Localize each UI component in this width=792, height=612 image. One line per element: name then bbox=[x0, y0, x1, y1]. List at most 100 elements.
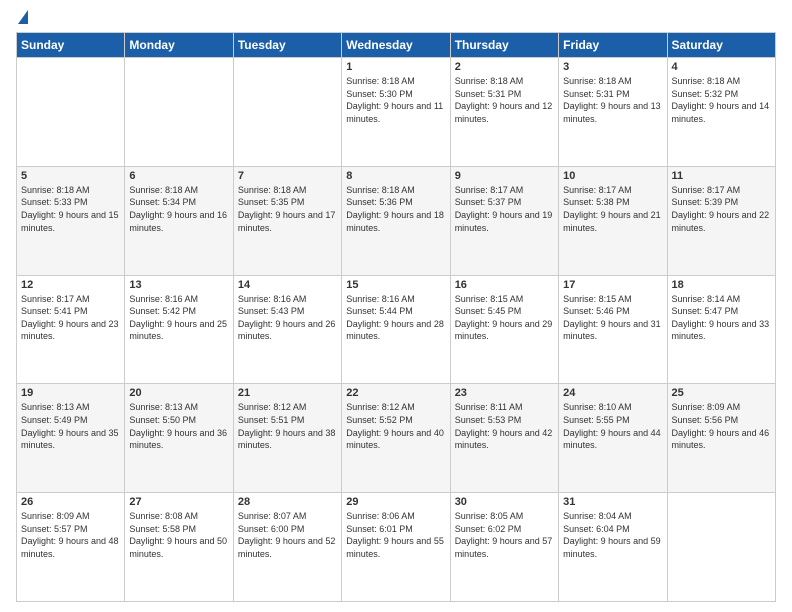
calendar-cell: 22Sunrise: 8:12 AM Sunset: 5:52 PM Dayli… bbox=[342, 384, 450, 493]
day-number: 1 bbox=[346, 61, 445, 73]
calendar-cell: 18 Sunrise: 8:14 AM Sunset: 5:47 PM Dayli… bbox=[667, 275, 775, 384]
day-info: Sunrise: 8:18 AM Sunset: 5:31 PM Dayligh… bbox=[455, 75, 554, 125]
weekday-header-sunday: Sunday bbox=[17, 33, 125, 58]
calendar-cell: 20Sunrise: 8:13 AM Sunset: 5:50 PM Dayli… bbox=[125, 384, 233, 493]
day-number: 15 bbox=[346, 279, 445, 291]
weekday-header-thursday: Thursday bbox=[450, 33, 558, 58]
day-number: 9 bbox=[455, 170, 554, 182]
calendar-cell bbox=[233, 58, 341, 167]
weekday-header-wednesday: Wednesday bbox=[342, 33, 450, 58]
calendar-cell: 28 Sunrise: 8:07 AM Sunset: 6:00 PM Dayli… bbox=[233, 493, 341, 602]
week-row-2: 5 Sunrise: 8:18 AM Sunset: 5:33 PM Daylig… bbox=[17, 166, 776, 275]
calendar-cell: 7Sunrise: 8:18 AM Sunset: 5:35 PM Daylig… bbox=[233, 166, 341, 275]
calendar-cell: 27 Sunrise: 8:08 AM Sunset: 5:58 PM Dayli… bbox=[125, 493, 233, 602]
day-number: 13 bbox=[129, 279, 228, 291]
day-info: Sunrise: 8:17 AM Sunset: 5:39 PM Dayligh… bbox=[672, 184, 771, 234]
day-number: 27 bbox=[129, 496, 228, 508]
day-info: Sunrise: 8:09 AM Sunset: 5:56 PM Dayligh… bbox=[672, 401, 771, 451]
calendar-cell bbox=[667, 493, 775, 602]
day-number: 5 bbox=[21, 170, 120, 182]
day-number: 6 bbox=[129, 170, 228, 182]
day-number: 19 bbox=[21, 387, 120, 399]
day-info: Sunrise: 8:18 AM Sunset: 5:33 PM Dayligh… bbox=[21, 184, 120, 234]
day-number: 28 bbox=[238, 496, 337, 508]
calendar-cell: 11 Sunrise: 8:17 AM Sunset: 5:39 PM Dayli… bbox=[667, 166, 775, 275]
calendar-cell: 2 Sunrise: 8:18 AM Sunset: 5:31 PM Daylig… bbox=[450, 58, 558, 167]
day-number: 31 bbox=[563, 496, 662, 508]
calendar-cell: 1 Sunrise: 8:18 AM Sunset: 5:30 PM Daylig… bbox=[342, 58, 450, 167]
calendar-cell bbox=[17, 58, 125, 167]
day-info: Sunrise: 8:05 AM Sunset: 6:02 PM Dayligh… bbox=[455, 510, 554, 560]
calendar-cell: 19 Sunrise: 8:13 AM Sunset: 5:49 PM Dayli… bbox=[17, 384, 125, 493]
day-number: 4 bbox=[672, 61, 771, 73]
calendar-cell: 21 Sunrise: 8:12 AM Sunset: 5:51 PM Dayli… bbox=[233, 384, 341, 493]
calendar-cell: 13 Sunrise: 8:16 AM Sunset: 5:42 PM Dayli… bbox=[125, 275, 233, 384]
header bbox=[16, 10, 776, 26]
calendar-cell: 24Sunrise: 8:10 AM Sunset: 5:55 PM Dayli… bbox=[559, 384, 667, 493]
calendar-cell bbox=[125, 58, 233, 167]
logo bbox=[16, 10, 28, 26]
calendar-cell: 26Sunrise: 8:09 AM Sunset: 5:57 PM Dayli… bbox=[17, 493, 125, 602]
day-info: Sunrise: 8:07 AM Sunset: 6:00 PM Dayligh… bbox=[238, 510, 337, 560]
week-row-3: 12 Sunrise: 8:17 AM Sunset: 5:41 PM Dayli… bbox=[17, 275, 776, 384]
weekday-header-row: SundayMondayTuesdayWednesdayThursdayFrid… bbox=[17, 33, 776, 58]
day-info: Sunrise: 8:09 AM Sunset: 5:57 PM Dayligh… bbox=[21, 510, 120, 560]
day-number: 8 bbox=[346, 170, 445, 182]
day-info: Sunrise: 8:11 AM Sunset: 5:53 PM Dayligh… bbox=[455, 401, 554, 451]
day-number: 10 bbox=[563, 170, 662, 182]
day-info: Sunrise: 8:13 AM Sunset: 5:49 PM Dayligh… bbox=[21, 401, 120, 451]
day-number: 11 bbox=[672, 170, 771, 182]
weekday-header-tuesday: Tuesday bbox=[233, 33, 341, 58]
day-info: Sunrise: 8:15 AM Sunset: 5:45 PM Dayligh… bbox=[455, 293, 554, 343]
calendar-cell: 4 Sunrise: 8:18 AM Sunset: 5:32 PM Daylig… bbox=[667, 58, 775, 167]
logo-triangle-icon bbox=[18, 10, 28, 24]
week-row-1: 1 Sunrise: 8:18 AM Sunset: 5:30 PM Daylig… bbox=[17, 58, 776, 167]
calendar-cell: 10 Sunrise: 8:17 AM Sunset: 5:38 PM Dayli… bbox=[559, 166, 667, 275]
day-info: Sunrise: 8:17 AM Sunset: 5:41 PM Dayligh… bbox=[21, 293, 120, 343]
day-info: Sunrise: 8:18 AM Sunset: 5:36 PM Dayligh… bbox=[346, 184, 445, 234]
calendar-cell: 12 Sunrise: 8:17 AM Sunset: 5:41 PM Dayli… bbox=[17, 275, 125, 384]
day-info: Sunrise: 8:06 AM Sunset: 6:01 PM Dayligh… bbox=[346, 510, 445, 560]
day-number: 18 bbox=[672, 279, 771, 291]
day-info: Sunrise: 8:14 AM Sunset: 5:47 PM Dayligh… bbox=[672, 293, 771, 343]
calendar-table: SundayMondayTuesdayWednesdayThursdayFrid… bbox=[16, 32, 776, 602]
weekday-header-saturday: Saturday bbox=[667, 33, 775, 58]
calendar-cell: 3Sunrise: 8:18 AM Sunset: 5:31 PM Daylig… bbox=[559, 58, 667, 167]
day-info: Sunrise: 8:12 AM Sunset: 5:51 PM Dayligh… bbox=[238, 401, 337, 451]
calendar-cell: 9 Sunrise: 8:17 AM Sunset: 5:37 PM Daylig… bbox=[450, 166, 558, 275]
day-number: 30 bbox=[455, 496, 554, 508]
day-number: 23 bbox=[455, 387, 554, 399]
day-info: Sunrise: 8:16 AM Sunset: 5:44 PM Dayligh… bbox=[346, 293, 445, 343]
weekday-header-friday: Friday bbox=[559, 33, 667, 58]
day-number: 12 bbox=[21, 279, 120, 291]
day-number: 17 bbox=[563, 279, 662, 291]
day-info: Sunrise: 8:04 AM Sunset: 6:04 PM Dayligh… bbox=[563, 510, 662, 560]
day-number: 2 bbox=[455, 61, 554, 73]
calendar-cell: 16 Sunrise: 8:15 AM Sunset: 5:45 PM Dayli… bbox=[450, 275, 558, 384]
day-info: Sunrise: 8:16 AM Sunset: 5:42 PM Dayligh… bbox=[129, 293, 228, 343]
day-info: Sunrise: 8:13 AM Sunset: 5:50 PM Dayligh… bbox=[129, 401, 228, 451]
day-info: Sunrise: 8:16 AM Sunset: 5:43 PM Dayligh… bbox=[238, 293, 337, 343]
day-number: 16 bbox=[455, 279, 554, 291]
day-info: Sunrise: 8:18 AM Sunset: 5:32 PM Dayligh… bbox=[672, 75, 771, 125]
calendar-cell: 29 Sunrise: 8:06 AM Sunset: 6:01 PM Dayli… bbox=[342, 493, 450, 602]
calendar-cell: 30 Sunrise: 8:05 AM Sunset: 6:02 PM Dayli… bbox=[450, 493, 558, 602]
day-number: 7 bbox=[238, 170, 337, 182]
day-info: Sunrise: 8:17 AM Sunset: 5:38 PM Dayligh… bbox=[563, 184, 662, 234]
day-info: Sunrise: 8:18 AM Sunset: 5:30 PM Dayligh… bbox=[346, 75, 445, 125]
week-row-5: 26Sunrise: 8:09 AM Sunset: 5:57 PM Dayli… bbox=[17, 493, 776, 602]
day-info: Sunrise: 8:15 AM Sunset: 5:46 PM Dayligh… bbox=[563, 293, 662, 343]
day-info: Sunrise: 8:08 AM Sunset: 5:58 PM Dayligh… bbox=[129, 510, 228, 560]
day-number: 21 bbox=[238, 387, 337, 399]
calendar-cell: 31 Sunrise: 8:04 AM Sunset: 6:04 PM Dayli… bbox=[559, 493, 667, 602]
week-row-4: 19 Sunrise: 8:13 AM Sunset: 5:49 PM Dayli… bbox=[17, 384, 776, 493]
day-number: 25 bbox=[672, 387, 771, 399]
weekday-header-monday: Monday bbox=[125, 33, 233, 58]
calendar-cell: 17 Sunrise: 8:15 AM Sunset: 5:46 PM Dayli… bbox=[559, 275, 667, 384]
day-info: Sunrise: 8:17 AM Sunset: 5:37 PM Dayligh… bbox=[455, 184, 554, 234]
calendar-cell: 14Sunrise: 8:16 AM Sunset: 5:43 PM Dayli… bbox=[233, 275, 341, 384]
day-number: 29 bbox=[346, 496, 445, 508]
day-info: Sunrise: 8:18 AM Sunset: 5:34 PM Dayligh… bbox=[129, 184, 228, 234]
day-number: 24 bbox=[563, 387, 662, 399]
calendar-cell: 6 Sunrise: 8:18 AM Sunset: 5:34 PM Daylig… bbox=[125, 166, 233, 275]
